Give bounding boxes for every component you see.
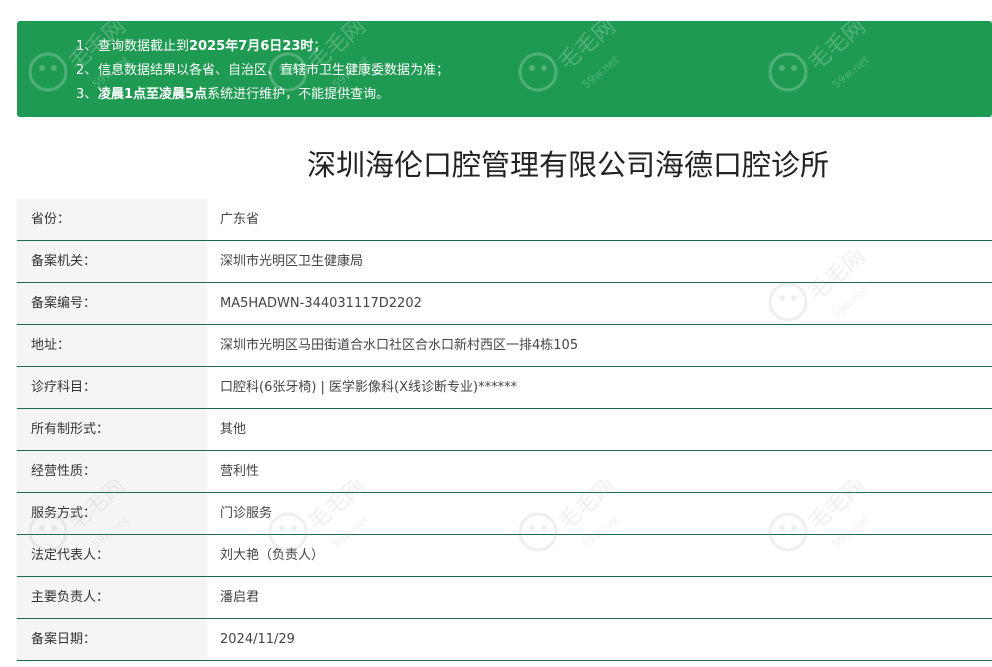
notice-item: 3、凌晨1点至凌晨5点系统进行维护，不能提供查询。: [76, 87, 390, 102]
row-value: 2024/11/29: [220, 632, 295, 647]
row-label: 备案日期：: [17, 619, 207, 660]
table-row: 省份： 广东省: [17, 199, 992, 241]
table-row: 备案日期： 2024/11/29: [17, 619, 992, 661]
row-label: 地址：: [17, 325, 207, 366]
row-label: 服务方式：: [17, 493, 207, 534]
table-row: 服务方式： 门诊服务: [17, 493, 992, 535]
row-label: 经营性质：: [17, 451, 207, 492]
row-value: 深圳市光明区马田街道合水口社区合水口新村西区一排4栋105: [220, 338, 579, 353]
notice-banner: 1、查询数据截止到2025年7月6日23时； 2、信息数据结果以各省、自治区、直…: [17, 21, 992, 117]
notice-item: 1、查询数据截止到2025年7月6日23时；: [76, 39, 327, 54]
row-value: 潘启君: [220, 590, 260, 605]
row-value: 广东省: [220, 212, 260, 227]
page-title: 深圳海伦口腔管理有限公司海德口腔诊所: [306, 148, 829, 182]
row-value: 其他: [220, 422, 247, 437]
table-row: 备案机关： 深圳市光明区卫生健康局: [17, 241, 992, 283]
notice-item: 2、信息数据结果以各省、自治区、直辖市卫生健康委数据为准；: [76, 63, 450, 78]
table-row: 所有制形式： 其他: [17, 409, 992, 451]
row-label: 主要负责人：: [17, 577, 207, 618]
table-row: 诊疗科目： 口腔科(6张牙椅) | 医学影像科(X线诊断专业)******: [17, 367, 992, 409]
row-label: 省份：: [17, 199, 207, 240]
row-value: 营利性: [220, 464, 260, 479]
row-value: 深圳市光明区卫生健康局: [220, 254, 364, 269]
row-label: 所有制形式：: [17, 409, 207, 450]
row-value: 刘大艳（负责人）: [220, 548, 325, 563]
table-row: 主要负责人： 潘启君: [17, 577, 992, 619]
row-label: 法定代表人：: [17, 535, 207, 576]
row-label: 诊疗科目：: [17, 367, 207, 408]
table-row: 备案编号： MA5HADWN-344031117D2202: [17, 283, 992, 325]
row-label: 备案机关：: [17, 241, 207, 282]
table-row: 经营性质： 营利性: [17, 451, 992, 493]
table-row: 法定代表人： 刘大艳（负责人）: [17, 535, 992, 577]
row-value: 口腔科(6张牙椅) | 医学影像科(X线诊断专业)******: [220, 380, 518, 395]
info-table: 省份： 广东省 备案机关： 深圳市光明区卫生健康局 备案编号： MA5HADWN-34…: [17, 199, 992, 661]
table-row: 地址： 深圳市光明区马田街道合水口社区合水口新村西区一排4栋105: [17, 325, 992, 367]
row-value: 门诊服务: [220, 506, 273, 521]
row-label: 备案编号：: [17, 283, 207, 324]
row-value: MA5HADWN-344031117D2202: [220, 296, 422, 311]
